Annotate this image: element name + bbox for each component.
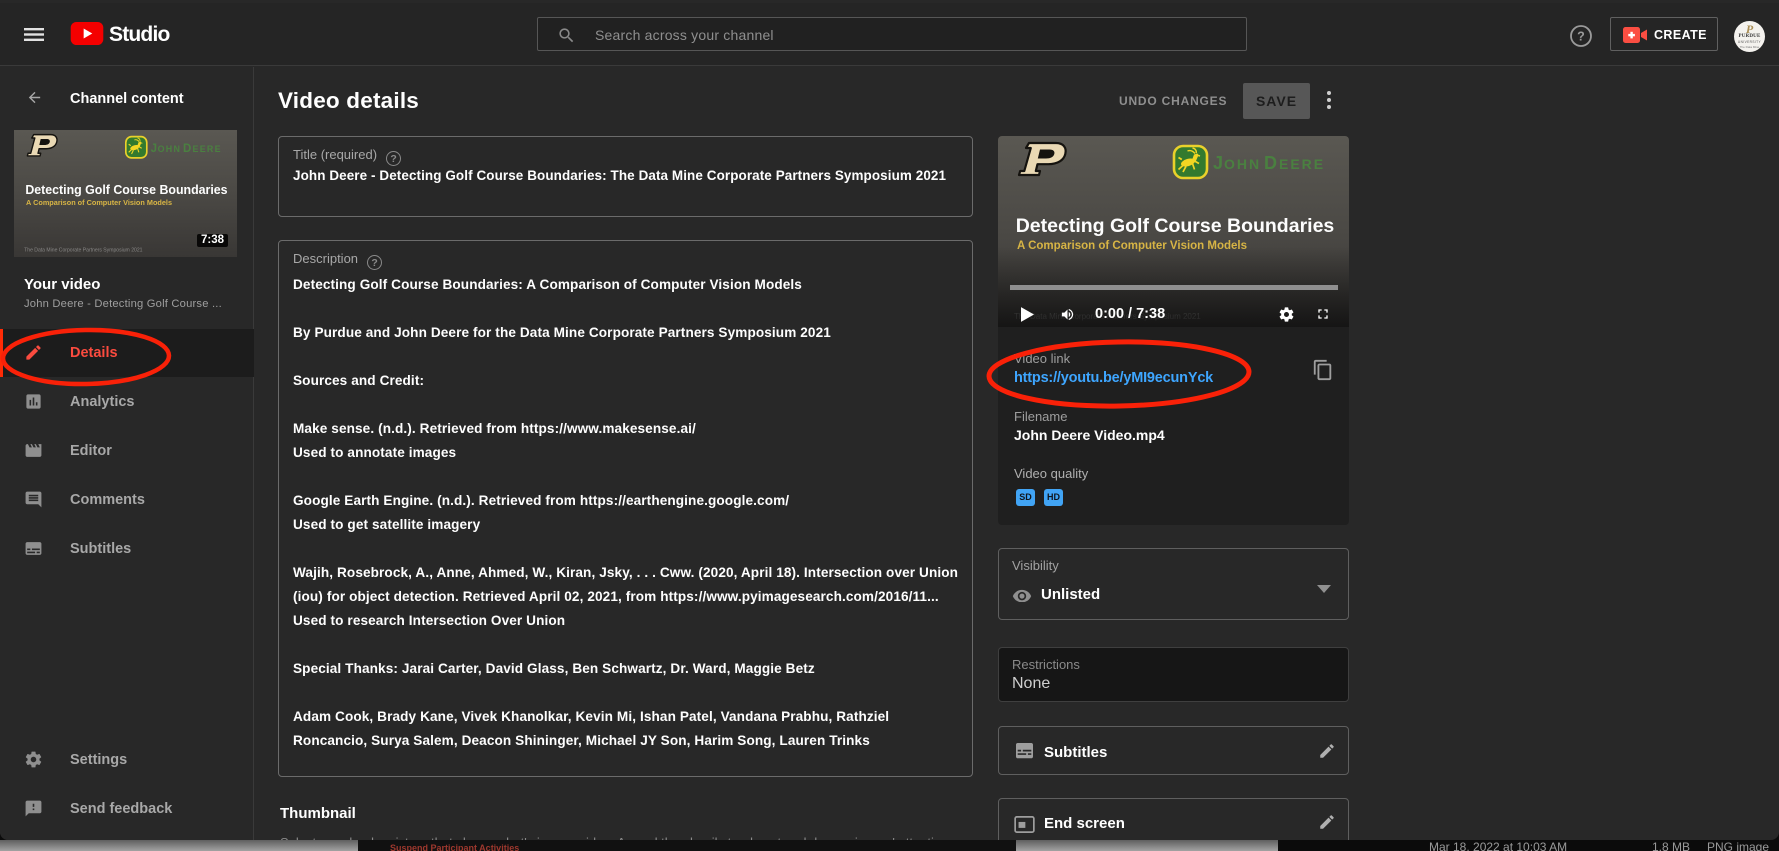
svg-text:?: ? [1577,29,1585,43]
